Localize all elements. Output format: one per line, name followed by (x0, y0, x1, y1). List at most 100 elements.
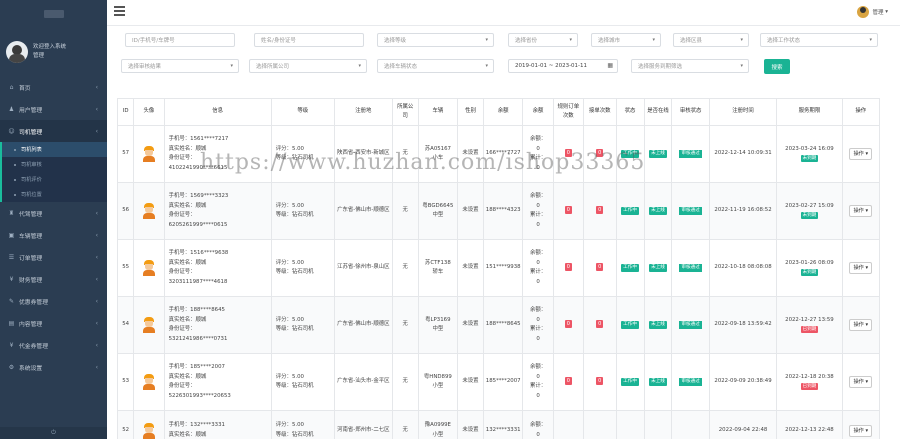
company-select[interactable]: 选择所属公司 ▾ (249, 59, 367, 73)
car-status-select[interactable]: 选择车辆状态 ▾ (377, 59, 494, 73)
info-line: 身份证号： (168, 269, 196, 275)
sidebar-item-order[interactable]: ☰ 订单管理 ‹ (0, 246, 107, 268)
actions-dropdown-button[interactable]: 操作 ▾ (849, 376, 873, 388)
submenu-item[interactable]: 司机位置 (2, 187, 107, 202)
actions-label: 操作 (853, 208, 864, 214)
sidebar-item-truck[interactable]: ▣ 车辆管理 ‹ (0, 224, 107, 246)
online-badge[interactable]: 未上线 (649, 378, 667, 387)
money-line: 0 (536, 164, 540, 171)
sidebar-item-label: 代驾管理 (19, 211, 43, 218)
actions-dropdown-button[interactable]: 操作 ▾ (849, 319, 873, 331)
sidebar-item-label: 代金券管理 (19, 343, 48, 350)
chevron-left-icon: ‹ (95, 231, 98, 239)
cell-rule-orders: 0 (552, 353, 584, 411)
truck-icon: ▣ (8, 231, 15, 239)
submenu-item[interactable]: 司机评价 (2, 172, 107, 187)
work-status-select[interactable]: 选择工作状态 ▾ (760, 33, 878, 47)
status-badge[interactable]: 工作中 (621, 321, 639, 330)
sidebar-item-home[interactable]: ⌂ 首页 ‹ (0, 76, 107, 98)
chevron-left-icon: ‹ (95, 127, 98, 135)
cell-money: 余额： 0 累计： 0 (522, 125, 554, 183)
cell-review (671, 410, 710, 439)
sidebar-item-label: 系统设置 (19, 365, 43, 372)
cell-info: 手机号：1569****3323 真实姓名：顺城 身份证号： 6205261999**… (163, 182, 272, 240)
top-user-menu[interactable]: 管理 ▾ (857, 6, 888, 18)
district-select[interactable]: 选择区县 ▾ (673, 33, 749, 47)
table-row: 54 手机号：188****8645 真实姓名：顺城 身份证号： 5321241986*… (116, 296, 881, 354)
car-line: 粤BGD6645 (422, 202, 454, 209)
review-result-select[interactable]: 选择审核结果 ▾ (121, 59, 239, 73)
online-badge[interactable]: 未上线 (649, 264, 667, 273)
sidebar-item-coupon[interactable]: ✎ 优惠券管理 ‹ (0, 290, 107, 312)
sidebar-item-driver[interactable]: ☺ 司机管理 ‹ (0, 120, 107, 142)
cell-gender: 未设置 (457, 239, 484, 297)
expire-badge: 未到期 (800, 155, 819, 162)
calendar-icon: ▦ (607, 62, 613, 69)
date-range-input[interactable]: 2019-01-01 ~ 2023-01-11 ▦ (508, 59, 618, 73)
province-select[interactable]: 选择省份 ▾ (508, 33, 578, 47)
expire-badge: 已到期 (800, 326, 819, 333)
money-line: 0 (536, 202, 540, 209)
logo (0, 0, 107, 28)
status-badge[interactable]: 工作中 (621, 207, 639, 216)
cell-actions: 操作 ▾ (841, 182, 881, 240)
accept-count-badge: 0 (596, 149, 604, 158)
cell-online: 未上线 (643, 182, 673, 240)
cell-accept-count: 0 (582, 125, 617, 183)
phone-input[interactable]: ID/手机号/车牌号 (125, 33, 235, 47)
cell-level: 评分：5.00 等级：钻石司机 (270, 239, 335, 297)
search-button[interactable]: 搜索 (764, 59, 790, 74)
car-icon: ♜ (8, 209, 15, 217)
column-header: 注册地 (333, 98, 393, 126)
name-input[interactable]: 姓名/身份证号 (254, 33, 364, 47)
actions-dropdown-button[interactable]: 操作 ▾ (849, 205, 873, 217)
sidebar-item-car[interactable]: ♜ 代驾管理 ‹ (0, 202, 107, 224)
status-badge[interactable]: 工作中 (621, 378, 639, 387)
top-username: 管理 (872, 10, 884, 16)
level-select[interactable]: 选择等级 ▾ (377, 33, 494, 47)
rule-count-badge: 0 (564, 263, 572, 272)
cell-expire: 2023-01-26 08:09 未到期 (776, 239, 843, 297)
menu-toggle-icon[interactable] (114, 6, 125, 16)
chevron-left-icon: ‹ (95, 363, 98, 371)
sidebar-item-money[interactable]: ¥ 财务管理 ‹ (0, 268, 107, 290)
status-badge[interactable]: 工作中 (621, 150, 639, 159)
cell-company: 无 (391, 353, 419, 411)
online-badge[interactable]: 未上线 (649, 207, 667, 216)
service-expire-select[interactable]: 选择服务到期筛选 ▾ (631, 59, 749, 73)
sidebar-item-settings[interactable]: ⚙ 系统设置 ‹ (0, 356, 107, 378)
sidebar-item-user[interactable]: ♟ 用户管理 ‹ (0, 98, 107, 120)
money-line: 余额： (529, 136, 547, 142)
online-badge[interactable]: 未上线 (649, 150, 667, 159)
info-line: 5226301993****20653 (168, 392, 231, 399)
sidebar-item-content[interactable]: ▤ 内容管理 ‹ (0, 312, 107, 334)
actions-dropdown-button[interactable]: 操作 ▾ (849, 424, 873, 437)
actions-label: 操作 (853, 151, 864, 157)
money-line: 余额： (529, 250, 547, 256)
review-badge: 审核通过 (679, 378, 702, 387)
city-select[interactable]: 选择城市 ▾ (591, 33, 661, 47)
sidebar-item-voucher[interactable]: ¥ 代金券管理 ‹ (0, 334, 107, 356)
online-badge[interactable]: 未上线 (649, 321, 667, 330)
car-line: 小型 (432, 431, 444, 438)
car-line: 苏CTF138 (424, 259, 451, 266)
sidebar-item-label: 车辆管理 (19, 233, 43, 240)
driver-avatar-icon (142, 260, 156, 276)
submenu-item[interactable]: 司机列表 (2, 142, 107, 157)
level-line: 等级：钻石司机 (275, 269, 314, 275)
submenu-item[interactable]: 司机审核 (2, 157, 107, 172)
expire-date: 2022-12-13 22:48 (785, 426, 834, 433)
actions-dropdown-button[interactable]: 操作 ▾ (849, 262, 873, 274)
table-row: 56 手机号：1569****3323 真实姓名：顺城 身份证号： 6205261999… (116, 182, 881, 240)
cell-car: 苏A05167 小车 (417, 125, 459, 183)
power-icon[interactable]: ⏻ (0, 427, 107, 439)
cell-online: 未上线 (643, 125, 673, 183)
cell-info: 手机号：1561****7217 真实姓名：顺城 身份证号： 4102241990**… (163, 125, 272, 183)
caret-down-icon: ▾ (863, 151, 869, 157)
cell-avatar (133, 239, 165, 297)
cell-avatar (133, 182, 165, 240)
actions-dropdown-button[interactable]: 操作 ▾ (849, 148, 873, 160)
column-header: 服务期限 (776, 98, 843, 126)
status-badge[interactable]: 工作中 (621, 264, 639, 273)
accept-count-badge: 0 (596, 206, 604, 215)
